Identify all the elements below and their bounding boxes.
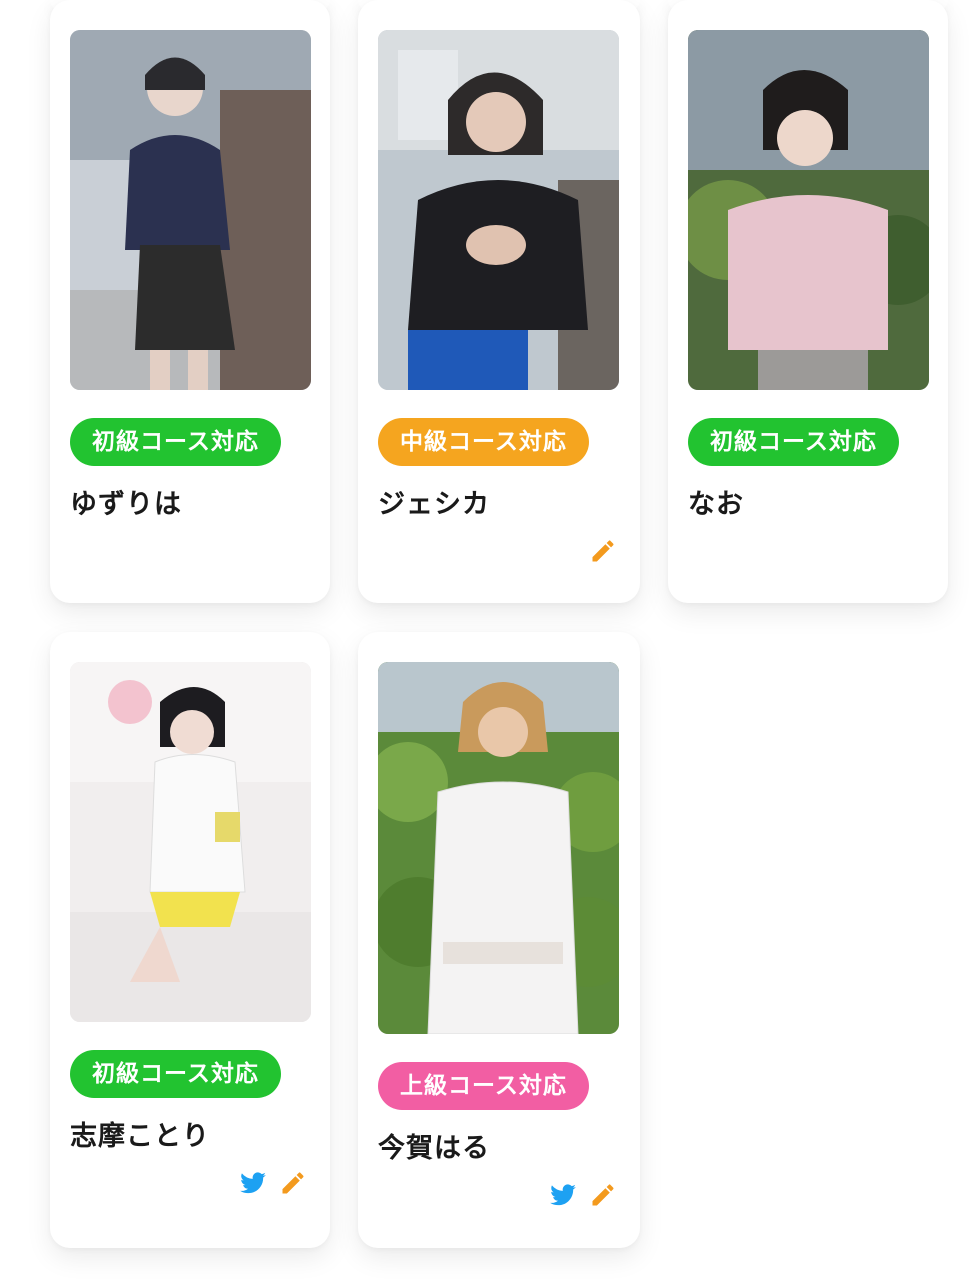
card-action-icons [238,1168,308,1198]
card-action-icons [588,536,618,566]
profile-photo[interactable] [378,662,619,1034]
profile-card[interactable]: 中級コース対応 ジェシカ [358,0,640,603]
twitter-icon[interactable] [548,1180,578,1210]
pencil-icon[interactable] [278,1168,308,1198]
profile-photo[interactable] [70,662,311,1022]
pencil-icon[interactable] [588,1180,618,1210]
cast-name[interactable]: 志摩ことり [70,1114,210,1153]
profile-photo[interactable] [378,30,619,390]
profile-card[interactable]: 初級コース対応 なお [668,0,948,603]
pencil-icon[interactable] [588,536,618,566]
profile-photo[interactable] [70,30,311,390]
course-badge: 初級コース対応 [70,418,281,466]
profile-card[interactable]: 上級コース対応 今賀はる [358,632,640,1248]
profile-card[interactable]: 初級コース対応 志摩ことり [50,632,330,1248]
course-badge: 中級コース対応 [378,418,589,466]
course-badge: 上級コース対応 [378,1062,589,1110]
cast-name[interactable]: 今賀はる [378,1126,490,1165]
profile-card[interactable]: 初級コース対応 ゆずりは [50,0,330,603]
profile-photo[interactable] [688,30,929,390]
cast-name[interactable]: ゆずりは [70,482,182,521]
course-badge: 初級コース対応 [70,1050,281,1098]
course-badge: 初級コース対応 [688,418,899,466]
cast-name[interactable]: ジェシカ [378,482,490,521]
twitter-icon[interactable] [238,1168,268,1198]
cast-name[interactable]: なお [688,482,744,521]
card-action-icons [548,1180,618,1210]
